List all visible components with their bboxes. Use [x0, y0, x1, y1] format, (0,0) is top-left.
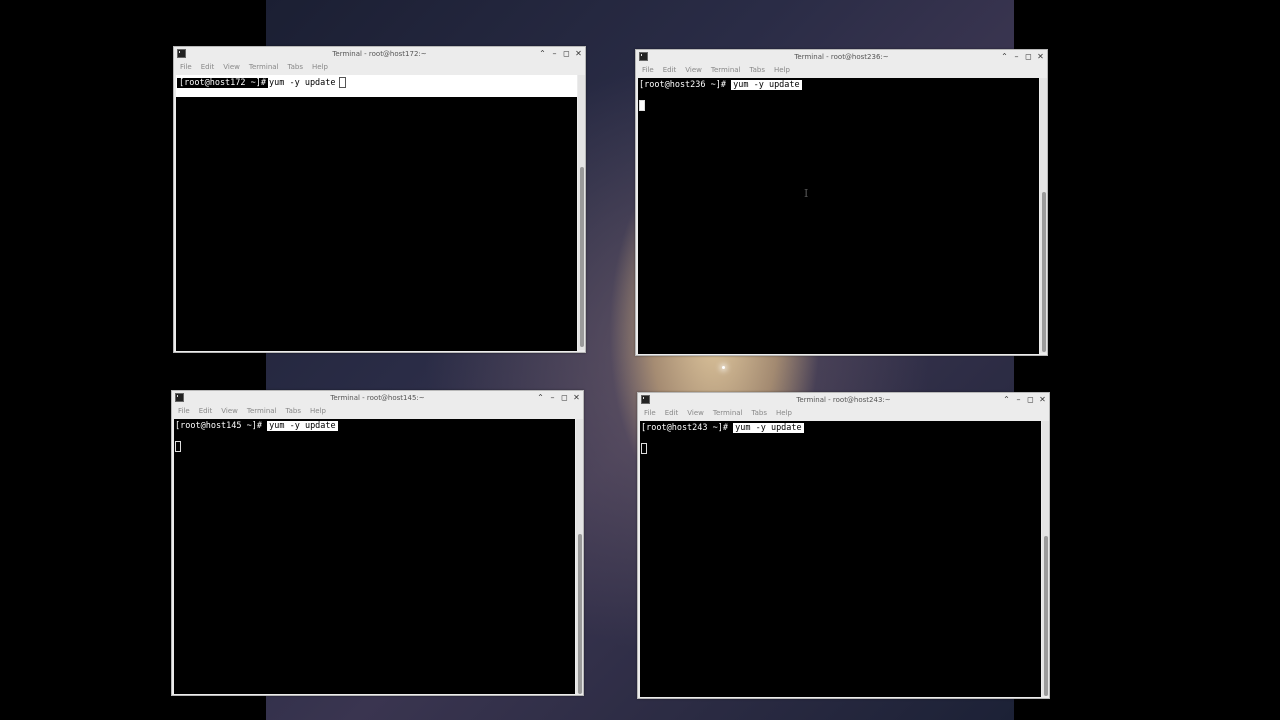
menu-tabs[interactable]: Tabs — [288, 61, 304, 74]
maximize-button[interactable]: ◻ — [560, 391, 569, 405]
terminal-window-host145[interactable]: Terminal - root@host145:~ ⌃ – ◻ ✕ File E… — [171, 390, 584, 696]
terminal-output[interactable]: [root@host145 ~]# yum -y update — [174, 419, 575, 694]
menu-tabs[interactable]: Tabs — [750, 64, 766, 77]
window-titlebar[interactable]: Terminal - root@host236:~ ⌃ – ◻ ✕ — [636, 50, 1047, 64]
shell-prompt: [root@host243 ~]# — [641, 423, 728, 433]
scrollbar[interactable] — [578, 75, 585, 350]
terminal-window-host243[interactable]: Terminal - root@host243:~ ⌃ – ◻ ✕ File E… — [637, 392, 1050, 699]
command-line: [root@host145 ~]# yum -y update — [174, 421, 575, 432]
minimize-button[interactable]: – — [1014, 393, 1023, 407]
terminal-icon — [177, 49, 186, 58]
minimize-button[interactable]: – — [548, 391, 557, 405]
minimize-button[interactable]: – — [550, 47, 559, 61]
minimize-button[interactable]: – — [1012, 50, 1021, 64]
shell-prompt: [root@host145 ~]# — [175, 421, 262, 431]
menu-file[interactable]: File — [180, 61, 192, 74]
i-beam-cursor-icon: I — [804, 187, 809, 200]
menu-help[interactable]: Help — [774, 64, 790, 77]
scrollbar-thumb[interactable] — [580, 167, 584, 347]
scrollbar[interactable] — [1040, 78, 1047, 353]
close-button[interactable]: ✕ — [574, 47, 583, 61]
menubar: File Edit View Terminal Tabs Help — [174, 61, 585, 74]
terminal-window-host172[interactable]: Terminal - root@host172:~ ⌃ – ◻ ✕ File E… — [173, 46, 586, 353]
close-button[interactable]: ✕ — [1036, 50, 1045, 64]
menu-edit[interactable]: Edit — [201, 61, 215, 74]
shade-button[interactable]: ⌃ — [536, 391, 545, 405]
text-cursor — [639, 100, 645, 111]
menu-file[interactable]: File — [642, 64, 654, 77]
menu-view[interactable]: View — [221, 405, 238, 418]
command-line: [root@host172 ~]# yum -y update — [176, 77, 577, 88]
menu-help[interactable]: Help — [312, 61, 328, 74]
menu-view[interactable]: View — [685, 64, 702, 77]
terminal-icon — [639, 52, 648, 61]
scrollbar-thumb[interactable] — [1042, 192, 1046, 352]
menubar: File Edit View Terminal Tabs Help — [172, 405, 583, 418]
menu-view[interactable]: View — [223, 61, 240, 74]
window-titlebar[interactable]: Terminal - root@host172:~ ⌃ – ◻ ✕ — [174, 47, 585, 61]
shell-command: yum -y update — [731, 80, 802, 90]
menubar: File Edit View Terminal Tabs Help — [636, 64, 1047, 77]
terminal-icon — [641, 395, 650, 404]
terminal-icon — [175, 393, 184, 402]
maximize-button[interactable]: ◻ — [1026, 393, 1035, 407]
menu-edit[interactable]: Edit — [665, 407, 679, 420]
terminal-window-host236[interactable]: Terminal - root@host236:~ ⌃ – ◻ ✕ File E… — [635, 49, 1048, 356]
window-title: Terminal - root@host172:~ — [332, 50, 427, 58]
shell-command: yum -y update — [269, 78, 336, 88]
window-title: Terminal - root@host236:~ — [794, 53, 889, 61]
terminal-output[interactable]: [root@host243 ~]# yum -y update — [640, 421, 1041, 697]
window-title: Terminal - root@host243:~ — [796, 396, 891, 404]
terminal-output[interactable]: [root@host236 ~]# yum -y update — [638, 78, 1039, 354]
command-line: [root@host236 ~]# yum -y update — [638, 80, 1039, 91]
menu-terminal[interactable]: Terminal — [713, 407, 743, 420]
shade-button[interactable]: ⌃ — [1002, 393, 1011, 407]
menu-terminal[interactable]: Terminal — [249, 61, 279, 74]
shell-command: yum -y update — [267, 421, 338, 431]
shade-button[interactable]: ⌃ — [1000, 50, 1009, 64]
menu-help[interactable]: Help — [776, 407, 792, 420]
scrollbar[interactable] — [1042, 421, 1049, 696]
scrollbar-thumb[interactable] — [578, 534, 582, 694]
close-button[interactable]: ✕ — [572, 391, 581, 405]
close-button[interactable]: ✕ — [1038, 393, 1047, 407]
text-cursor — [338, 77, 346, 88]
menu-terminal[interactable]: Terminal — [711, 64, 741, 77]
menu-tabs[interactable]: Tabs — [286, 405, 302, 418]
maximize-button[interactable]: ◻ — [1024, 50, 1033, 64]
shade-button[interactable]: ⌃ — [538, 47, 547, 61]
text-cursor — [175, 441, 181, 452]
menu-file[interactable]: File — [178, 405, 190, 418]
menu-tabs[interactable]: Tabs — [752, 407, 768, 420]
text-cursor — [641, 443, 647, 454]
terminal-output[interactable]: [root@host172 ~]# yum -y update — [176, 75, 577, 351]
menu-terminal[interactable]: Terminal — [247, 405, 277, 418]
shell-prompt: [root@host172 ~]# — [177, 78, 268, 88]
menu-edit[interactable]: Edit — [663, 64, 677, 77]
menu-file[interactable]: File — [644, 407, 656, 420]
menu-edit[interactable]: Edit — [199, 405, 213, 418]
scrollbar-thumb[interactable] — [1044, 536, 1048, 696]
window-titlebar[interactable]: Terminal - root@host243:~ ⌃ – ◻ ✕ — [638, 393, 1049, 407]
window-titlebar[interactable]: Terminal - root@host145:~ ⌃ – ◻ ✕ — [172, 391, 583, 405]
menubar: File Edit View Terminal Tabs Help — [638, 407, 1049, 420]
command-line: [root@host243 ~]# yum -y update — [640, 423, 1041, 434]
menu-help[interactable]: Help — [310, 405, 326, 418]
shell-command: yum -y update — [733, 423, 804, 433]
star-glint — [722, 366, 725, 369]
maximize-button[interactable]: ◻ — [562, 47, 571, 61]
scrollbar[interactable] — [576, 419, 583, 694]
shell-prompt: [root@host236 ~]# — [639, 80, 726, 90]
menu-view[interactable]: View — [687, 407, 704, 420]
window-title: Terminal - root@host145:~ — [330, 394, 425, 402]
